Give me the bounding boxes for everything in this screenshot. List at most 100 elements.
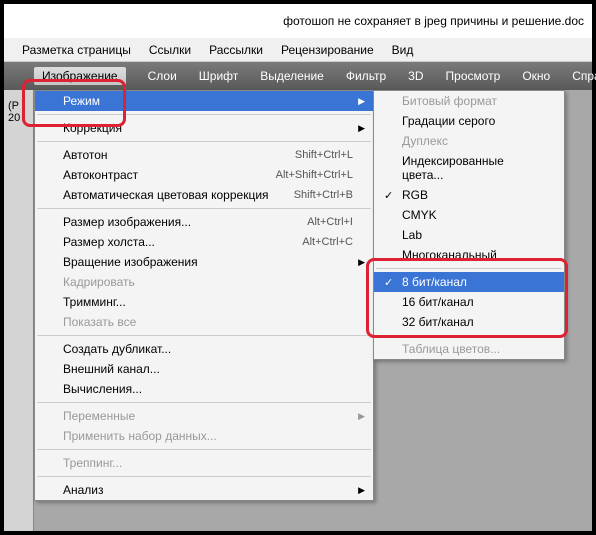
toolbar-type[interactable]: Шрифт (199, 69, 238, 83)
mode-indexed[interactable]: Индексированные цвета... (374, 151, 564, 185)
mode-multichannel-label: Многоканальный (402, 248, 497, 262)
image-menu-dropdown: Режим ▶ Коррекция ▶ Автотон Shift+Ctrl+L… (34, 90, 374, 501)
title-bar: фотошоп не сохраняет в jpeg причины и ре… (4, 4, 592, 38)
separator (37, 114, 371, 115)
menu-auto-tone-label: Автотон (63, 148, 108, 162)
mode-rgb[interactable]: ✓ RGB (374, 185, 564, 205)
mode-32bit-label: 32 бит/канал (402, 315, 474, 329)
menu-trim[interactable]: Тримминг... (35, 292, 373, 312)
mode-32bit[interactable]: 32 бит/канал (374, 312, 564, 332)
menu-auto-contrast[interactable]: Автоконтраст Alt+Shift+Ctrl+L (35, 165, 373, 185)
menu-page-layout[interactable]: Разметка страницы (22, 43, 131, 57)
submenu-arrow-icon: ▶ (358, 411, 365, 422)
submenu-arrow-icon: ▶ (358, 123, 365, 134)
menu-reveal-all-label: Показать все (63, 315, 136, 329)
menu-view[interactable]: Вид (392, 43, 414, 57)
menu-auto-color-label: Автоматическая цветовая коррекция (63, 188, 269, 202)
menu-bar: Разметка страницы Ссылки Рассылки Реценз… (4, 38, 592, 62)
menu-mode[interactable]: Режим ▶ (35, 91, 373, 111)
mode-bitmap: Битовый формат (374, 91, 564, 111)
shortcut: Shift+Ctrl+L (295, 149, 353, 161)
separator (37, 476, 371, 477)
toolbar-window[interactable]: Окно (522, 69, 550, 83)
menu-apply-image[interactable]: Внешний канал... (35, 359, 373, 379)
sidebar-text-2: 20 (4, 112, 33, 124)
menu-duplicate[interactable]: Создать дубликат... (35, 339, 373, 359)
menu-mailings[interactable]: Рассылки (209, 43, 263, 57)
mode-duotone: Дуплекс (374, 131, 564, 151)
mode-rgb-label: RGB (402, 188, 428, 202)
menu-review[interactable]: Рецензирование (281, 43, 374, 57)
menu-mode-label: Режим (63, 94, 100, 108)
left-sidebar: (P 20 (4, 90, 34, 531)
separator (37, 335, 371, 336)
toolbar-layers[interactable]: Слои (148, 69, 177, 83)
menu-image-size[interactable]: Размер изображения... Alt+Ctrl+I (35, 212, 373, 232)
menu-canvas-size-label: Размер холста... (63, 235, 155, 249)
shortcut: Alt+Ctrl+C (302, 236, 353, 248)
mode-submenu: Битовый формат Градации серого Дуплекс И… (373, 90, 565, 360)
menu-auto-contrast-label: Автоконтраст (63, 168, 138, 182)
toolbar-3d[interactable]: 3D (408, 69, 423, 83)
check-icon: ✓ (384, 189, 393, 202)
mode-indexed-label: Индексированные цвета... (402, 154, 544, 182)
mode-lab-label: Lab (402, 228, 422, 242)
menu-image-rotation[interactable]: Вращение изображения ▶ (35, 252, 373, 272)
toolbar-view[interactable]: Просмотр (446, 69, 501, 83)
menu-apply-dataset: Применить набор данных... (35, 426, 373, 446)
menu-crop-label: Кадрировать (63, 275, 135, 289)
mode-8bit[interactable]: ✓ 8 бит/канал (374, 272, 564, 292)
menu-analysis-label: Анализ (63, 483, 104, 497)
mode-grayscale[interactable]: Градации серого (374, 111, 564, 131)
mode-8bit-label: 8 бит/канал (402, 275, 467, 289)
menu-auto-color[interactable]: Автоматическая цветовая коррекция Shift+… (35, 185, 373, 205)
toolbar: Изображение Слои Шрифт Выделение Фильтр … (4, 62, 592, 90)
separator (376, 268, 562, 269)
check-icon: ✓ (384, 276, 393, 289)
window-title: фотошоп не сохраняет в jpeg причины и ре… (283, 14, 584, 28)
menu-crop: Кадрировать (35, 272, 373, 292)
mode-bitmap-label: Битовый формат (402, 94, 497, 108)
shortcut: Alt+Ctrl+I (307, 216, 353, 228)
shortcut: Shift+Ctrl+B (294, 189, 353, 201)
menu-trim-label: Тримминг... (63, 295, 126, 309)
menu-calculations[interactable]: Вычисления... (35, 379, 373, 399)
mode-duotone-label: Дуплекс (402, 134, 448, 148)
toolbar-filter[interactable]: Фильтр (346, 69, 386, 83)
mode-color-table-label: Таблица цветов... (402, 342, 500, 356)
menu-auto-tone[interactable]: Автотон Shift+Ctrl+L (35, 145, 373, 165)
toolbar-help[interactable]: Справка (572, 69, 596, 83)
menu-calculations-label: Вычисления... (63, 382, 142, 396)
submenu-arrow-icon: ▶ (358, 485, 365, 496)
separator (37, 208, 371, 209)
separator (37, 449, 371, 450)
separator (376, 335, 562, 336)
toolbar-image[interactable]: Изображение (34, 67, 126, 85)
menu-adjustments[interactable]: Коррекция ▶ (35, 118, 373, 138)
menu-image-size-label: Размер изображения... (63, 215, 191, 229)
sidebar-text-1: (P (4, 100, 33, 112)
mode-color-table: Таблица цветов... (374, 339, 564, 359)
toolbar-select[interactable]: Выделение (260, 69, 324, 83)
menu-apply-dataset-label: Применить набор данных... (63, 429, 217, 443)
menu-trap: Треппинг... (35, 453, 373, 473)
menu-variables-label: Переменные (63, 409, 135, 423)
content-area: (P 20 Режим ▶ Коррекция ▶ Автотон Shift+… (4, 90, 592, 531)
submenu-arrow-icon: ▶ (358, 96, 365, 107)
menu-duplicate-label: Создать дубликат... (63, 342, 171, 356)
mode-cmyk[interactable]: CMYK (374, 205, 564, 225)
mode-16bit[interactable]: 16 бит/канал (374, 292, 564, 312)
menu-canvas-size[interactable]: Размер холста... Alt+Ctrl+C (35, 232, 373, 252)
separator (37, 141, 371, 142)
menu-links[interactable]: Ссылки (149, 43, 191, 57)
menu-apply-image-label: Внешний канал... (63, 362, 160, 376)
menu-variables: Переменные ▶ (35, 406, 373, 426)
mode-grayscale-label: Градации серого (402, 114, 495, 128)
shortcut: Alt+Shift+Ctrl+L (276, 169, 353, 181)
mode-cmyk-label: CMYK (402, 208, 437, 222)
mode-16bit-label: 16 бит/канал (402, 295, 474, 309)
mode-lab[interactable]: Lab (374, 225, 564, 245)
menu-analysis[interactable]: Анализ ▶ (35, 480, 373, 500)
mode-multichannel[interactable]: Многоканальный (374, 245, 564, 265)
separator (37, 402, 371, 403)
